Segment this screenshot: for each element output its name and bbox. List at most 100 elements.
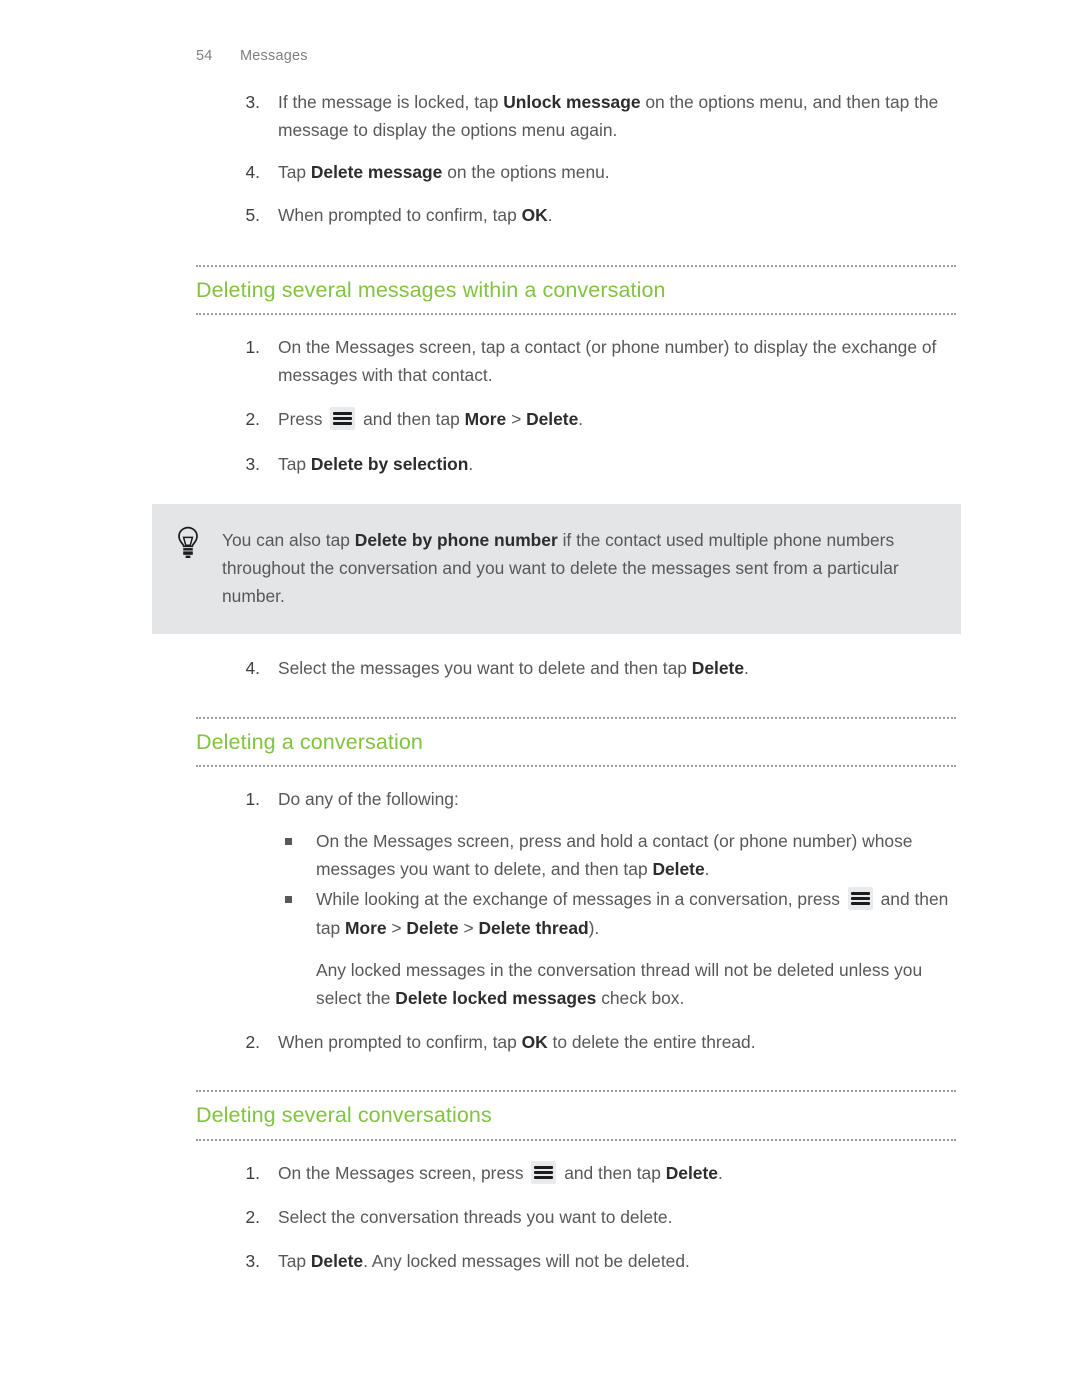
list-item-number: 2. xyxy=(245,409,260,430)
body-text: When prompted to confirm, tap xyxy=(278,204,522,225)
body-text: On the Messages screen, press xyxy=(278,1162,529,1183)
page-content: 3. If the message is locked, tap Unlock m… xyxy=(0,88,1080,1275)
emphasis-text: Delete xyxy=(406,917,459,938)
emphasis-text: Delete thread xyxy=(478,917,589,938)
document-page: 54 Messages 3. If the message is locked, … xyxy=(0,0,1080,1397)
body-text: . xyxy=(578,409,584,430)
list-item-text: Select the conversation threads you want… xyxy=(278,1207,672,1227)
section-heading-block: Deleting several messages within a conve… xyxy=(0,264,1080,316)
body-text: check box. xyxy=(596,988,685,1008)
menu-key-icon xyxy=(330,407,356,431)
body-text: > xyxy=(506,409,527,430)
body-text: . xyxy=(704,859,710,880)
emphasis-text: Delete message xyxy=(310,162,443,183)
page-number: 54 xyxy=(196,48,213,64)
lightbulb-icon xyxy=(178,526,198,558)
section-heading: Deleting a conversation xyxy=(196,716,956,767)
numbered-list: 1. Do any of the following: On the Message… xyxy=(0,785,1080,1057)
menu-key-icon xyxy=(531,1160,557,1184)
emphasis-text: Delete xyxy=(310,1251,364,1272)
body-text: Tap xyxy=(278,453,311,474)
body-text: On the Messages screen, tap a contact (o… xyxy=(278,337,937,386)
body-text: When prompted to confirm, tap xyxy=(278,1032,522,1053)
emphasis-text: More xyxy=(345,917,387,938)
body-text: on the options menu. xyxy=(442,162,610,183)
body-text: On the Messages screen, press and hold a… xyxy=(316,831,913,880)
bullet-item-text: On the Messages screen, press and hold a… xyxy=(316,831,912,879)
list-item-number: 4. xyxy=(245,162,260,183)
list-item-number: 2. xyxy=(245,1206,260,1227)
body-text: Select the conversation threads you want… xyxy=(278,1206,673,1227)
section-heading-block: Deleting a conversation xyxy=(0,716,1080,767)
header-section-title: Messages xyxy=(240,48,308,64)
list-item-number: 1. xyxy=(245,788,260,809)
list-item-text: When prompted to confirm, tap OK. xyxy=(278,205,553,225)
bulleted-sublist: On the Messages screen, press and hold a… xyxy=(278,827,960,942)
sublist-note: Any locked messages in the conversation … xyxy=(316,956,960,1012)
body-text: Press xyxy=(278,409,328,430)
emphasis-text: Delete locked messages xyxy=(395,988,597,1008)
numbered-list: 1. On the Messages screen, tap a contact … xyxy=(0,333,1080,478)
tip-text: You can also tap Delete by phone number … xyxy=(222,526,921,611)
list-item-number: 1. xyxy=(245,337,260,358)
list-item: 3. If the message is locked, tap Unlock m… xyxy=(220,88,960,144)
bullet-item-text: While looking at the exchange of message… xyxy=(316,887,948,938)
emphasis-text: Delete xyxy=(652,859,705,880)
body-text: to delete the entire thread. xyxy=(547,1032,756,1053)
list-item: 4. Tap Delete message on the options menu… xyxy=(220,158,960,186)
list-item-text: Select the messages you want to delete a… xyxy=(278,658,749,678)
emphasis-text: Unlock message xyxy=(503,92,641,112)
list-item-number: 3. xyxy=(245,453,260,474)
list-item: 3. Tap Delete. Any locked messages will n… xyxy=(220,1247,960,1275)
body-text: . xyxy=(744,658,749,679)
bullet-item: While looking at the exchange of message… xyxy=(278,885,960,941)
list-item: 2. Select the conversation threads you wa… xyxy=(220,1203,960,1231)
square-bullet-icon xyxy=(285,838,292,846)
list-item: 2. When prompted to confirm, tap OK to de… xyxy=(220,1028,960,1056)
list-item: 5. When prompted to confirm, tap OK. xyxy=(220,201,960,229)
list-item-text: Press and then tap More > Delete. xyxy=(278,407,584,431)
list-item-text: Do any of the following: xyxy=(278,789,459,809)
list-item-number: 5. xyxy=(245,204,260,225)
emphasis-text: Delete xyxy=(526,409,579,430)
list-item: 1. On the Messages screen, press and then… xyxy=(220,1159,960,1187)
numbered-list: 4. Select the messages you want to delete… xyxy=(0,654,1080,682)
section-heading-block: Deleting several conversations xyxy=(0,1090,1080,1141)
numbered-list: 1. On the Messages screen, press and then… xyxy=(0,1159,1080,1276)
list-item: 2. Press and then tap More > Delete. xyxy=(220,405,960,433)
list-item-number: 3. xyxy=(245,1251,260,1272)
list-item-text: Tap Delete message on the options menu. xyxy=(278,162,610,182)
list-item-number: 4. xyxy=(245,658,260,679)
body-text: If the message is locked, tap xyxy=(278,92,504,112)
list-item-text: On the Messages screen, tap a contact (o… xyxy=(278,337,936,385)
emphasis-text: Delete by phone number xyxy=(354,529,558,550)
bullet-item: On the Messages screen, press and hold a… xyxy=(278,827,960,883)
body-text: > xyxy=(458,917,479,938)
square-bullet-icon xyxy=(285,896,292,904)
list-item-text: On the Messages screen, press and then t… xyxy=(278,1160,723,1184)
list-item-number: 3. xyxy=(245,92,260,112)
list-item: 1. Do any of the following: On the Message… xyxy=(220,785,960,1012)
list-item-text: When prompted to confirm, tap OK to dele… xyxy=(278,1032,756,1052)
numbered-list: 3. If the message is locked, tap Unlock m… xyxy=(0,88,1080,229)
list-item-text: Tap Delete. Any locked messages will not… xyxy=(278,1251,690,1271)
list-item-text: If the message is locked, tap Unlock mes… xyxy=(278,92,938,140)
emphasis-text: Delete by selection xyxy=(310,453,469,474)
emphasis-text: Delete xyxy=(665,1162,718,1183)
emphasis-text: More xyxy=(464,409,507,430)
body-text: Select the messages you want to delete a… xyxy=(278,658,692,679)
body-text: > xyxy=(386,917,407,938)
list-item-text: Tap Delete by selection. xyxy=(278,454,473,474)
running-header: 54 Messages xyxy=(196,48,308,64)
list-item: 1. On the Messages screen, tap a contact … xyxy=(220,333,960,389)
section-heading: Deleting several messages within a conve… xyxy=(196,264,956,316)
list-item: 4. Select the messages you want to delete… xyxy=(220,654,960,682)
list-item-number: 2. xyxy=(245,1032,260,1053)
body-text: and then tap xyxy=(358,409,465,430)
list-item: 3. Tap Delete by selection. xyxy=(220,450,960,478)
body-text: You can also tap xyxy=(222,529,355,550)
body-text: ). xyxy=(588,917,600,938)
body-text: and then tap xyxy=(559,1162,666,1183)
body-text: . Any locked messages will not be delete… xyxy=(363,1251,690,1272)
